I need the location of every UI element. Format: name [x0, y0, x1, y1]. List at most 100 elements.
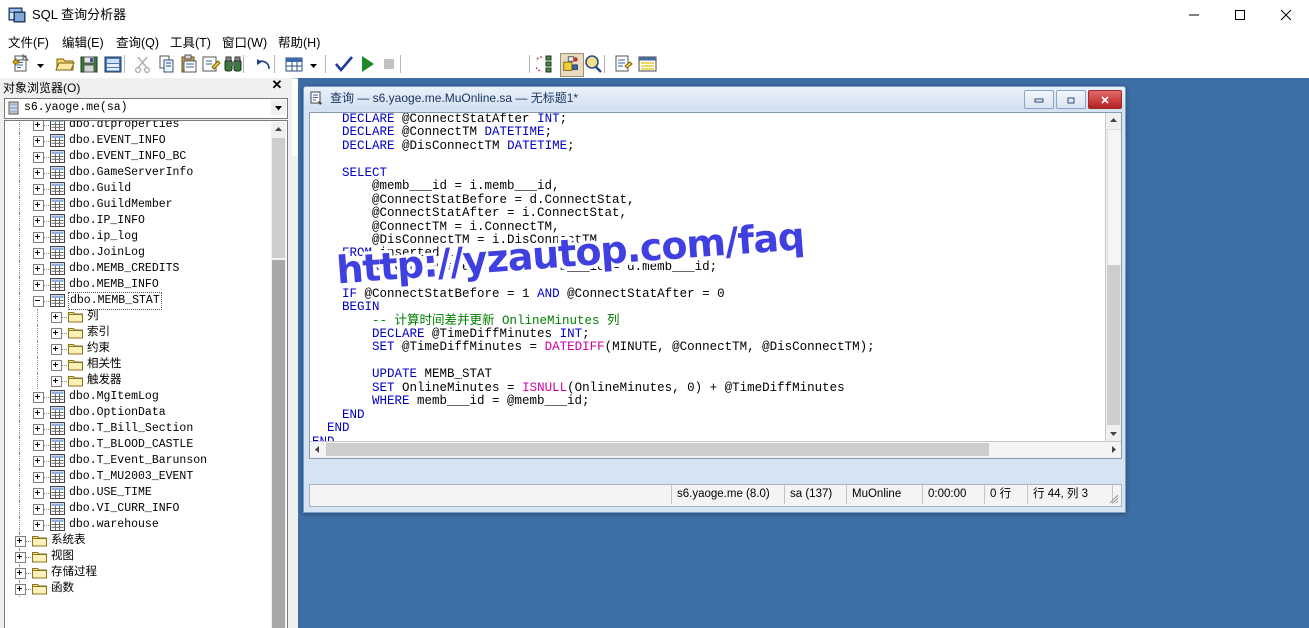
magnifier-icon[interactable] — [582, 53, 604, 75]
templates-icon[interactable] — [636, 53, 658, 75]
object-browser-tree[interactable]: dbo.AccountCharacterdbo.Characterdbo.dtp… — [4, 120, 288, 628]
tree-item[interactable]: 函数 — [5, 581, 269, 597]
tree-item[interactable]: dbo.ip_log — [5, 229, 269, 245]
tree-item[interactable]: dbo.T_Bill_Section — [5, 421, 269, 437]
tree-scroll-thumb[interactable] — [272, 138, 285, 258]
tree-expand-icon[interactable] — [33, 248, 44, 259]
open-folder-icon[interactable] — [54, 53, 76, 75]
connection-select-arrow[interactable] — [271, 100, 286, 115]
tree-expand-icon[interactable] — [51, 344, 62, 355]
save-disk-icon[interactable] — [78, 53, 100, 75]
editor-vertical-scrollbar[interactable] — [1105, 113, 1121, 441]
display-plan-icon[interactable] — [560, 53, 584, 77]
connection-select[interactable]: s6.yaoge.me(sa) — [4, 98, 288, 119]
menu-item-tools[interactable]: 工具(T) — [170, 32, 211, 51]
object-browser-icon[interactable] — [612, 53, 634, 75]
new-document-icon[interactable] — [10, 53, 32, 75]
tree-expand-icon[interactable] — [51, 328, 62, 339]
close-button[interactable] — [1263, 0, 1309, 30]
menu-item-file[interactable]: 文件(F) — [8, 32, 49, 51]
tree-expand-icon[interactable] — [33, 168, 44, 179]
tree-expand-icon[interactable] — [33, 424, 44, 435]
tree-expand-icon[interactable] — [33, 504, 44, 515]
tree-item[interactable]: 系统表 — [5, 533, 269, 549]
editor-scroll-up-arrow[interactable] — [1106, 113, 1121, 128]
tree-expand-icon[interactable] — [15, 552, 26, 563]
minimize-button[interactable] — [1171, 0, 1217, 30]
tree-expand-icon[interactable] — [33, 456, 44, 467]
editor-scroll-left-arrow[interactable] — [310, 442, 325, 457]
undo-arrow-icon[interactable] — [253, 53, 275, 75]
tree-expand-icon[interactable] — [51, 376, 62, 387]
sql-editor[interactable]: DECLARE @ConnectStatAfter INT; DECLARE @… — [309, 112, 1122, 459]
close-icon[interactable]: ✕ — [270, 78, 284, 92]
sql-editor-text[interactable]: DECLARE @ConnectStatAfter INT; DECLARE @… — [310, 113, 1088, 441]
menu-item-window[interactable]: 窗口(W) — [222, 32, 267, 51]
tree-item[interactable]: 触发器 — [5, 373, 269, 389]
tree-expand-icon[interactable] — [51, 360, 62, 371]
query-minimize-button[interactable] — [1024, 90, 1054, 109]
tree-item[interactable]: dbo.EVENT_INFO — [5, 133, 269, 149]
tree-item[interactable]: dbo.Guild — [5, 181, 269, 197]
tree-expand-icon[interactable] — [33, 440, 44, 451]
copy-icon[interactable] — [156, 53, 178, 75]
grid-table-icon[interactable] — [283, 53, 305, 75]
tree-collapse-icon[interactable] — [33, 296, 44, 307]
editor-scroll-down-arrow[interactable] — [1106, 426, 1121, 441]
menu-item-query[interactable]: 查询(Q) — [116, 32, 159, 51]
tree-expand-icon[interactable] — [33, 264, 44, 275]
maximize-button[interactable] — [1217, 0, 1263, 30]
chevron-down-icon[interactable] — [309, 59, 318, 68]
tree-item[interactable]: dbo.T_BLOOD_CASTLE — [5, 437, 269, 453]
tree-item[interactable]: 相关性 — [5, 357, 269, 373]
tree-item[interactable]: dbo.warehouse — [5, 517, 269, 533]
tree-item[interactable]: 约束 — [5, 341, 269, 357]
tree-item[interactable]: dbo.GuildMember — [5, 197, 269, 213]
tree-item[interactable]: dbo.MEMB_CREDITS — [5, 261, 269, 277]
tree-vertical-scrollbar[interactable] — [271, 122, 286, 628]
tree-expand-icon[interactable] — [33, 520, 44, 531]
tree-expand-icon[interactable] — [15, 536, 26, 547]
menu-item-help[interactable]: 帮助(H) — [278, 32, 320, 51]
editor-scroll-track-upper[interactable] — [1107, 129, 1121, 266]
tree-item[interactable]: dbo.IP_INFO — [5, 213, 269, 229]
tree-item[interactable]: dbo.VI_CURR_INFO — [5, 501, 269, 517]
tree-expand-icon[interactable] — [15, 584, 26, 595]
play-triangle-icon[interactable] — [356, 53, 378, 75]
tree-item[interactable]: 索引 — [5, 325, 269, 341]
tree-item[interactable]: dbo.MEMB_STAT — [5, 292, 269, 310]
tree-expand-icon[interactable] — [33, 136, 44, 147]
menu-item-edit[interactable]: 编辑(E) — [62, 32, 104, 51]
editor-scroll-right-arrow[interactable] — [1106, 442, 1121, 457]
tree-expand-icon[interactable] — [33, 184, 44, 195]
tree-item[interactable]: 视图 — [5, 549, 269, 565]
tree-expand-icon[interactable] — [33, 152, 44, 163]
tree-item[interactable]: dbo.T_MU2003_EVENT — [5, 469, 269, 485]
tree-item[interactable]: 列 — [5, 309, 269, 325]
paste-icon[interactable] — [178, 53, 200, 75]
execution-plan-icon[interactable] — [534, 53, 558, 75]
tree-expand-icon[interactable] — [33, 200, 44, 211]
edit-note-icon[interactable] — [200, 53, 222, 75]
query-restore-button[interactable] — [1056, 90, 1086, 109]
tree-item[interactable]: dbo.dtproperties — [5, 121, 269, 133]
tree-item[interactable]: dbo.EVENT_INFO_BC — [5, 149, 269, 165]
tree-item[interactable]: dbo.MEMB_INFO — [5, 277, 269, 293]
tree-expand-icon[interactable] — [15, 568, 26, 579]
editor-horizontal-scrollbar[interactable] — [310, 441, 1121, 458]
chevron-down-icon[interactable] — [36, 59, 45, 68]
tree-expand-icon[interactable] — [33, 216, 44, 227]
tree-item[interactable]: 存储过程 — [5, 565, 269, 581]
tree-item[interactable]: dbo.T_Event_Barunson — [5, 453, 269, 469]
tree-expand-icon[interactable] — [33, 408, 44, 419]
tree-expand-icon[interactable] — [33, 121, 44, 131]
tree-item[interactable]: dbo.USE_TIME — [5, 485, 269, 501]
insert-table-icon[interactable] — [102, 53, 124, 75]
tree-item[interactable]: dbo.MgItemLog — [5, 389, 269, 405]
scroll-up-arrow[interactable] — [271, 122, 286, 137]
tree-expand-icon[interactable] — [51, 312, 62, 323]
editor-hscroll-thumb[interactable] — [326, 443, 989, 456]
check-mark-icon[interactable] — [333, 53, 355, 75]
binoculars-icon[interactable] — [222, 53, 244, 75]
query-close-button[interactable] — [1088, 90, 1122, 109]
